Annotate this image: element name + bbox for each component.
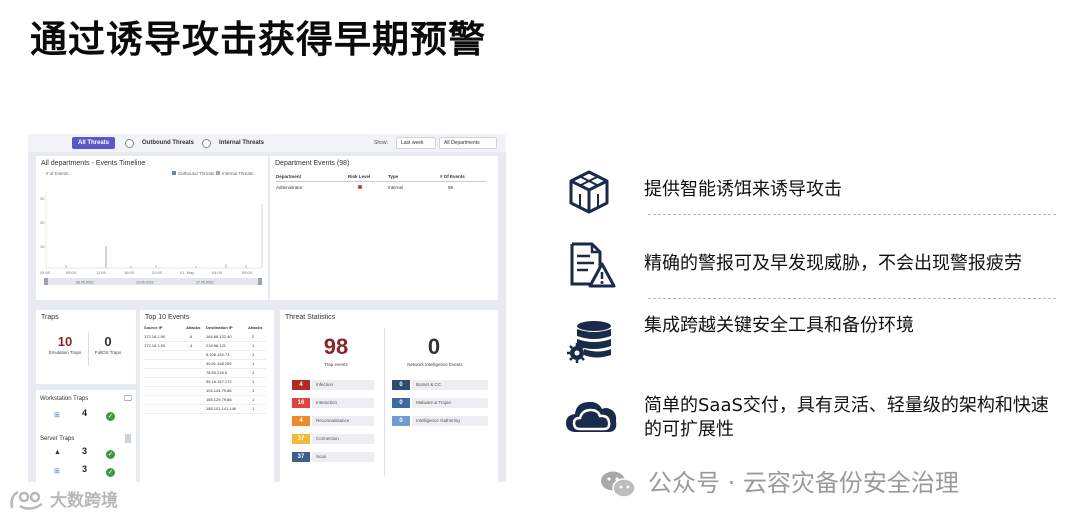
table-row[interactable]: 95.16.157.172 1: [144, 379, 266, 387]
svg-text:10: 10: [40, 244, 45, 249]
divider: [648, 214, 1056, 215]
top10-events-panel: Top 10 Events Source IP Attacks Destinat…: [140, 310, 274, 482]
feature-3-text: 集成跨越关键安全工具和备份环境: [644, 315, 914, 336]
svg-text:04:00: 04:00: [212, 270, 223, 275]
stat-count-badge: 37: [292, 452, 310, 462]
network-events-label: Network Intelligence Events: [407, 362, 463, 367]
stat-count-badge: 4: [292, 416, 310, 426]
workstation-server-traps-panel: Workstation Traps 🖵 ⊞ 4 ✓ Server Traps ▲…: [36, 390, 136, 482]
watermark-text: 公众号 · 云容灾备份安全治理: [648, 469, 959, 497]
top10-title: Top 10 Events: [145, 314, 190, 321]
stat-item-intelligence-gathering[interactable]: Intelligence Gathering: [412, 416, 488, 426]
svg-text:10.05.2022: 10.05.2022: [136, 281, 154, 285]
server-linux-count: 3: [82, 446, 88, 456]
brand-logo-text: 大数跨境: [50, 491, 118, 511]
threat-statistics-title: Threat Statistics: [285, 314, 336, 321]
stat-item-scan[interactable]: Scan: [312, 452, 374, 462]
department-events-title: Department Events (98): [275, 160, 350, 167]
timeline-chart: 30 20 10 04:00 08:00 12:00 16:00 20:00 0…: [40, 191, 263, 285]
feature-2-text: 精确的警报可及早发现威胁，不会出现警报疲劳: [644, 253, 1022, 274]
outbound-threats-tab[interactable]: Outbound Threats: [136, 137, 200, 149]
department-events-panel: Department Events (98) Department Risk L…: [270, 156, 498, 300]
table-row[interactable]: 172.18.1.90 4 218.96.121 1: [144, 343, 266, 351]
svg-text:04:00: 04:00: [40, 270, 51, 275]
fullos-traps-label: FullOS Traps: [94, 350, 122, 355]
stat-item-connection[interactable]: Connection: [312, 434, 374, 444]
table-row[interactable]: 165.129.79.86 1: [144, 397, 266, 405]
table-row[interactable]: 104.144.79.86 1: [144, 388, 266, 396]
traps-panel: Traps 10 Emulation Traps 0 FullOS Traps: [36, 310, 136, 384]
fullos-traps-count: 0: [104, 334, 112, 349]
svg-text:01. May: 01. May: [180, 270, 194, 275]
server-windows-count: 3: [82, 464, 88, 474]
svg-text:08:00: 08:00: [242, 270, 253, 275]
monitor-icon: 🖵: [124, 394, 132, 403]
dashboard-screenshot: All Threats Outbound Threats Internal Th…: [28, 134, 506, 482]
workstation-windows-count: 4: [82, 408, 88, 418]
linux-icon: ▲: [54, 449, 61, 456]
dashboard-toolbar: All Threats Outbound Threats Internal Th…: [28, 134, 506, 152]
check-icon: ✓: [106, 412, 115, 421]
document-warning-icon: [570, 242, 616, 288]
svg-text:12:00: 12:00: [96, 270, 107, 275]
stat-count-badge: 37: [292, 434, 310, 444]
internal-radio[interactable]: [202, 139, 211, 148]
svg-text:30: 30: [40, 196, 45, 201]
threat-statistics-panel: Threat Statistics 98 Trap events 0 Netwo…: [280, 310, 498, 482]
workstation-traps-title: Workstation Traps: [40, 396, 89, 402]
check-icon: ✓: [106, 450, 115, 459]
wechat-icon: [601, 471, 636, 498]
database-gear-icon: [567, 321, 611, 363]
stat-count-badge: 16: [292, 398, 310, 408]
risk-level-dot: [358, 185, 362, 189]
svg-text:20: 20: [40, 220, 45, 225]
cloud-icon: [566, 401, 617, 432]
brand-logo-icon: [10, 490, 43, 510]
traps-title: Traps: [41, 314, 59, 321]
svg-text:16:00: 16:00: [124, 270, 135, 275]
stat-item-reconnaissance[interactable]: Reconnaissance: [312, 416, 374, 426]
server-traps-title: Server Traps: [40, 436, 75, 442]
stat-item-interaction[interactable]: Interaction: [312, 398, 374, 408]
events-timeline-panel: All departments - Events Timeline # of E…: [36, 156, 268, 300]
slide-title: 通过诱导攻击获得早期预警: [30, 18, 486, 61]
server-icon: [125, 434, 131, 443]
all-threats-tab[interactable]: All Threats: [72, 137, 116, 149]
feature-1-text: 提供智能诱饵来诱导攻击: [644, 179, 842, 200]
table-row[interactable]: 40.91.168.255 1: [144, 361, 266, 369]
emulation-traps-count: 10: [57, 334, 73, 349]
check-icon: ✓: [106, 468, 115, 477]
svg-text:17.05.2022: 17.05.2022: [196, 281, 214, 285]
department-select[interactable]: All Departments: [439, 137, 497, 149]
outbound-radio[interactable]: [125, 139, 134, 148]
windows-icon: ⊞: [54, 412, 60, 419]
trap-events-label: Trap events: [324, 362, 348, 367]
stat-count-badge: 0: [392, 416, 410, 426]
stat-item-malware-trojan[interactable]: Malware & Trojan: [412, 398, 488, 408]
stat-item-infection[interactable]: Infection: [312, 380, 374, 390]
table-row[interactable]: 8.106.182.73 1: [144, 352, 266, 360]
show-label: Show:: [374, 140, 388, 146]
windows-icon: ⊞: [54, 468, 60, 475]
cube-icon: [569, 170, 609, 214]
table-row[interactable]: 172.18.1.90 8 164.68.122.40 2: [144, 334, 266, 342]
department-table-header: Department Risk Level Type # Of Events: [276, 174, 486, 182]
feature-4-text: 简单的SaaS交付，具有灵活、轻量级的架构和快速的可扩展性: [644, 395, 1049, 440]
stat-count-badge: 0: [392, 380, 410, 390]
stat-count-badge: 4: [292, 380, 310, 390]
svg-text:08:00: 08:00: [66, 270, 77, 275]
trap-events-count: 98: [323, 334, 349, 359]
network-events-count: 0: [427, 334, 441, 359]
svg-text:20:00: 20:00: [152, 270, 163, 275]
internal-threats-tab[interactable]: Internal Threats: [213, 137, 270, 149]
stat-item-botnet-cc[interactable]: Botnet & CC: [412, 380, 488, 390]
emulation-traps-label: Emulation Traps: [48, 350, 82, 355]
table-row[interactable]: 185.101.141.146 1: [144, 406, 266, 414]
svg-text:06.05.2022: 06.05.2022: [76, 281, 94, 285]
table-row[interactable]: 78.65.216.5 1: [144, 370, 266, 378]
period-select[interactable]: Last week: [396, 137, 436, 149]
divider: [648, 298, 1056, 299]
stat-count-badge: 0: [392, 398, 410, 408]
